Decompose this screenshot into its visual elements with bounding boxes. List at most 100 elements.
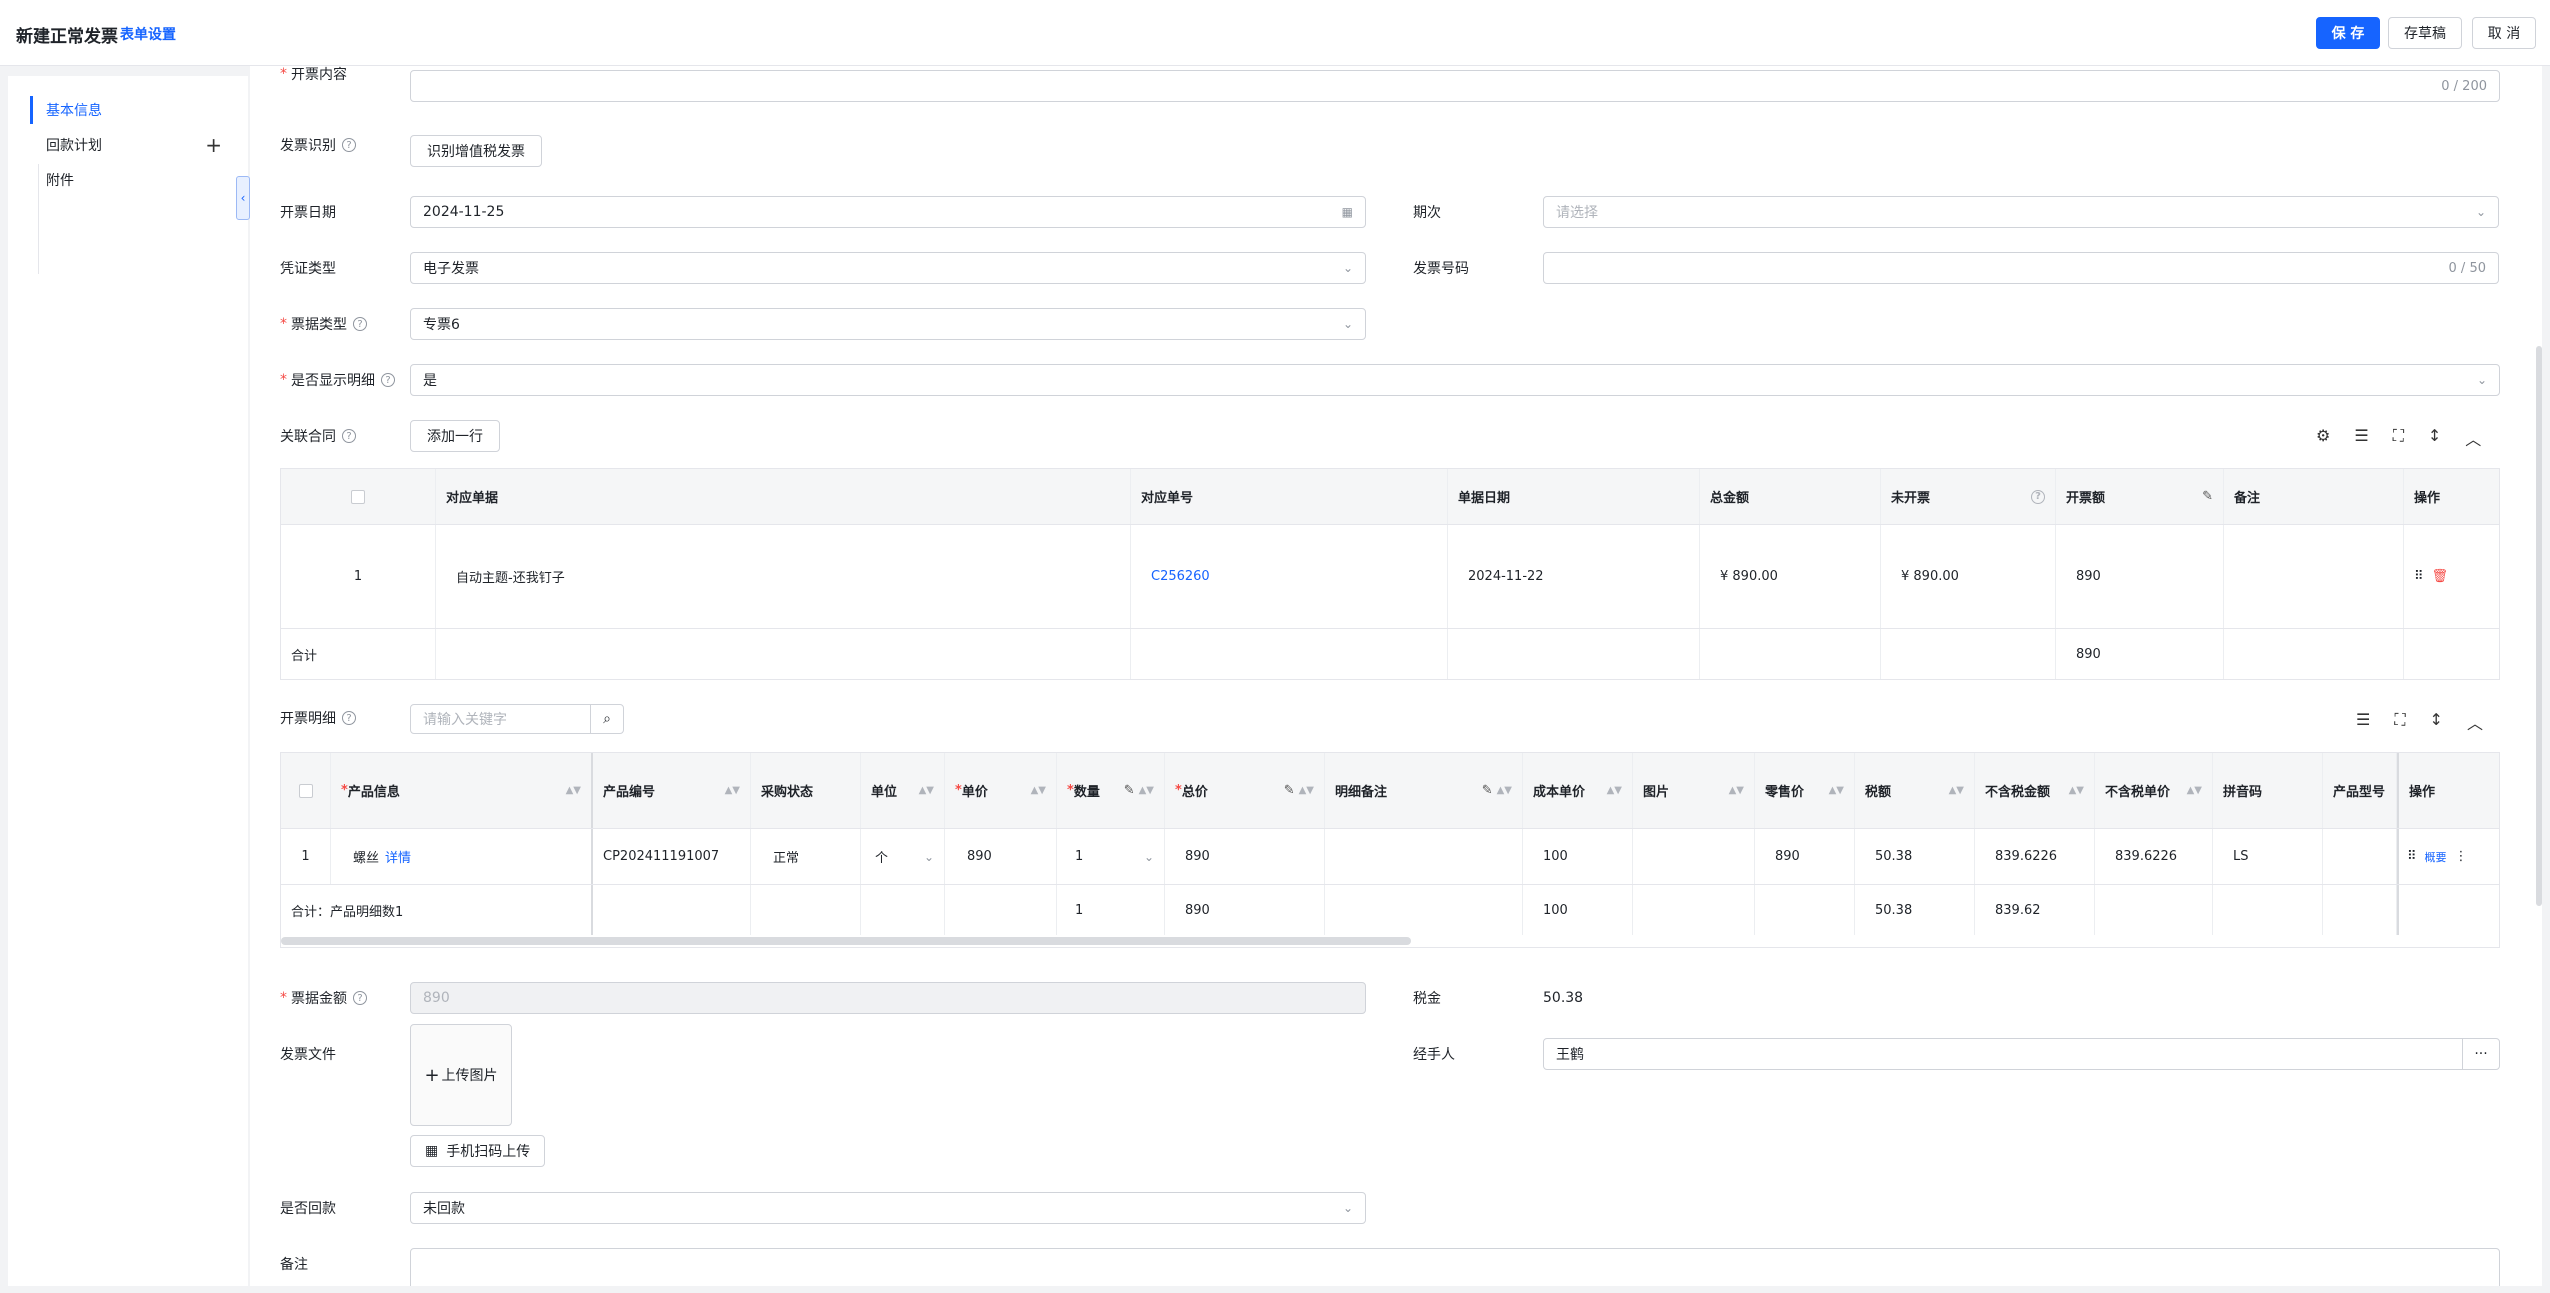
edit-icon[interactable]: ✎	[1284, 783, 1295, 798]
contract-table: 对应单据 对应单号 单据日期 总金额 未开票? 开票额 ✎ 备注 操作 1 自动主…	[280, 468, 2500, 680]
row-total[interactable]: 890	[1165, 829, 1325, 884]
summary-tax: 50.38	[1855, 885, 1975, 935]
form-settings-link[interactable]: 表单设置	[120, 24, 176, 44]
add-row-button[interactable]: 添加一行	[410, 420, 500, 452]
collapse-sidebar-button[interactable]: ‹	[236, 176, 250, 220]
sort-icon: ▲▼	[565, 785, 581, 796]
nav-item-payment-plan[interactable]: 回款计划 +	[30, 131, 230, 159]
invoice-no-input[interactable]: 0 / 50	[1543, 252, 2499, 284]
detail-table: * 产品信息 ▲▼ 产品编号 ▲▼ 采购状态 单位 ▲▼ * 单价 ▲▼ * 数量 ✎ ▲▼ * 总…	[280, 752, 2500, 948]
chevron-up-icon[interactable]: ︿	[2465, 426, 2481, 450]
row-status: 正常	[751, 829, 861, 884]
nav-item-attachments[interactable]: 附件	[30, 166, 230, 194]
returned-label: 是否回款	[280, 1201, 336, 1217]
help-icon: ?	[342, 138, 356, 152]
row-code: CP202411191007	[593, 829, 751, 884]
drag-handle-icon[interactable]: ⠿	[2414, 569, 2424, 584]
vertical-scrollbar[interactable]	[2536, 346, 2542, 906]
row-height-icon[interactable]: ↕	[2430, 710, 2443, 734]
edit-icon[interactable]: ✎	[1482, 783, 1493, 798]
fullscreen-icon[interactable]: ⛶	[2393, 426, 2404, 450]
drag-handle-icon[interactable]: ⠿	[2407, 849, 2417, 864]
summary-qty: 1	[1057, 885, 1165, 935]
help-icon: ?	[342, 711, 356, 725]
chevron-up-icon[interactable]: ︿	[2467, 710, 2483, 734]
content-input[interactable]: 0 / 200	[410, 70, 2500, 102]
tax-label: 税金	[1413, 991, 1441, 1007]
more-horizontal-icon: ···	[2474, 1046, 2488, 1062]
row-pinyin: LS	[2213, 829, 2323, 884]
row-line-remark[interactable]	[1325, 829, 1523, 884]
header-actions: 操作	[2414, 491, 2441, 506]
amount-label: * 票据金额?	[280, 982, 367, 1014]
header-retail: 零售价 ▲▼	[1755, 753, 1855, 828]
calendar-icon: ▦	[1341, 205, 1353, 219]
contract-table-toolbar: ⚙ ☰ ⛶ ↕ ︿	[2316, 426, 2481, 450]
detail-search-input[interactable]: 请输入关键字	[410, 704, 592, 734]
row-unbilled: ¥ 890.00	[1881, 525, 2056, 628]
row-no-link[interactable]: C256260	[1131, 525, 1448, 628]
summary-cost: 100	[1523, 885, 1633, 935]
trash-icon[interactable]: 🗑	[2432, 569, 2449, 584]
returned-select[interactable]: 未回款 ⌄	[410, 1192, 1366, 1224]
cancel-button[interactable]: 取 消	[2472, 17, 2536, 49]
row-actions: ⠿ 🗑	[2404, 525, 2499, 628]
form-main: * 开票内容 0 / 200 发票识别? 识别增值税发票 开票日期 2024-11…	[250, 66, 2542, 1286]
section-nav: 基本信息 回款计划 + 附件	[8, 76, 248, 1286]
show-detail-select[interactable]: 是 ⌄	[410, 364, 2500, 396]
row-height-icon[interactable]: ↕	[2428, 426, 2441, 450]
row-product: 螺丝 详情	[331, 829, 593, 884]
invoice-date-picker[interactable]: 2024-11-25 ▦	[410, 196, 1366, 228]
char-counter: 0 / 50	[2448, 260, 2486, 276]
row-price[interactable]: 890	[945, 829, 1057, 884]
scan-upload-button[interactable]: ▦ 手机扫码上传	[410, 1135, 546, 1167]
top-bar: 新建正常发票 表单设置 保 存 存草稿 取 消	[0, 0, 2550, 66]
edit-icon[interactable]: ✎	[2202, 489, 2213, 504]
sort-icon: ▲▼	[2068, 785, 2084, 796]
row-qty-select[interactable]: 1 ⌄	[1057, 829, 1165, 884]
header-unbilled: 未开票?	[1881, 469, 2056, 524]
handler-label: 经手人	[1413, 1047, 1455, 1063]
nav-item-label: 基本信息	[46, 103, 102, 119]
table-row: 1 螺丝 详情 CP202411191007 正常 个 ⌄ 890 1 ⌄ 890 1…	[281, 829, 2499, 885]
select-all-cell	[281, 753, 331, 828]
edit-icon[interactable]: ✎	[1124, 783, 1135, 798]
recognize-vat-button[interactable]: 识别增值税发票	[410, 135, 542, 167]
help-icon: ?	[353, 317, 367, 331]
header-product: * 产品信息 ▲▼	[331, 753, 593, 828]
upload-image-button[interactable]: + 上传图片	[410, 1024, 512, 1126]
more-vertical-icon[interactable]: ⋮	[2455, 849, 2468, 864]
summary-total: 890	[1165, 885, 1325, 935]
total-label: 合计	[281, 629, 436, 679]
nav-item-basic-info[interactable]: 基本信息	[30, 96, 230, 124]
summary-label: 合计：产品明细数1	[281, 885, 593, 935]
header-model: 产品型号	[2323, 753, 2397, 828]
search-button[interactable]: ⌕	[590, 704, 624, 734]
select-all-checkbox[interactable]	[298, 783, 313, 798]
handler-picker-button[interactable]: ···	[2462, 1038, 2500, 1070]
horizontal-scrollbar[interactable]	[281, 937, 1411, 945]
column-settings-icon[interactable]: ☰	[2356, 710, 2370, 734]
row-billed[interactable]: 890	[2056, 525, 2224, 628]
save-button[interactable]: 保 存	[2316, 17, 2380, 49]
plus-icon[interactable]: +	[205, 133, 222, 157]
table-row: 1 自动主题-还我钉子 C256260 2024-11-22 ¥ 890.00 …	[281, 525, 2499, 629]
bill-type-select[interactable]: 专票6 ⌄	[410, 308, 1366, 340]
remark-textarea[interactable]	[410, 1248, 2500, 1286]
period-select[interactable]: 请选择 ⌄	[1543, 196, 2499, 228]
header-net-price: 不含税单价 ▲▼	[2095, 753, 2213, 828]
save-draft-button[interactable]: 存草稿	[2388, 17, 2462, 49]
handler-input[interactable]: 王鹤	[1543, 1038, 2463, 1070]
fullscreen-icon[interactable]: ⛶	[2394, 710, 2405, 734]
row-remark[interactable]	[2224, 525, 2404, 628]
summary-link[interactable]: 概要	[2425, 849, 2447, 865]
sort-icon: ▲▼	[1496, 785, 1512, 796]
voucher-type-select[interactable]: 电子发票 ⌄	[410, 252, 1366, 284]
header-no: 对应单号	[1131, 469, 1448, 524]
column-settings-icon[interactable]: ☰	[2354, 426, 2368, 450]
header-net-amount: 不含税金额 ▲▼	[1975, 753, 2095, 828]
gear-icon[interactable]: ⚙	[2316, 426, 2330, 450]
select-all-checkbox[interactable]	[351, 489, 365, 504]
product-detail-link[interactable]: 详情	[385, 847, 411, 866]
row-unit-select[interactable]: 个 ⌄	[861, 829, 945, 884]
